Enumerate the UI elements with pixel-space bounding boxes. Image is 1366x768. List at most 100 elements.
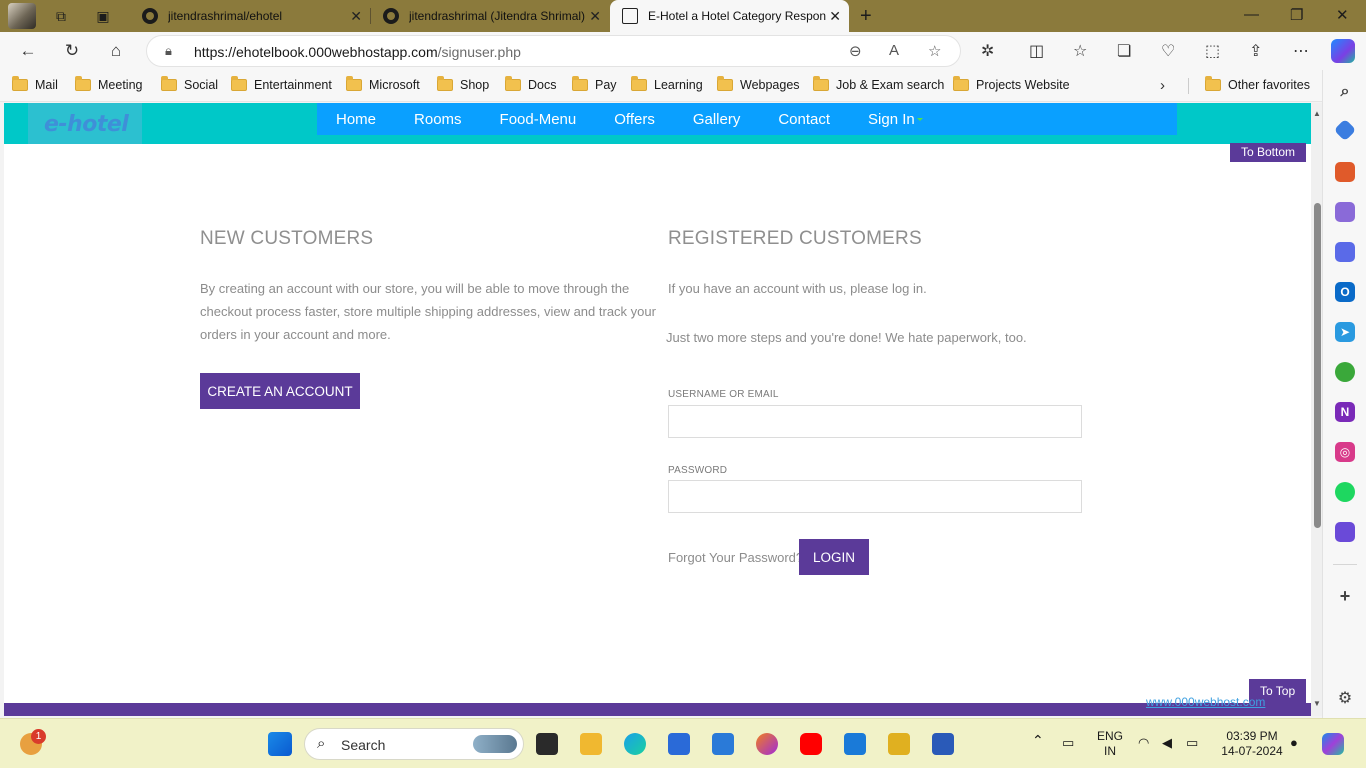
edge-icon[interactable] [624, 733, 646, 755]
firefox-icon[interactable] [756, 733, 778, 755]
split-screen-icon[interactable]: ◫ [1029, 41, 1044, 61]
instagram-icon[interactable]: ◎ [1335, 442, 1355, 462]
language-indicator[interactable]: ENG IN [1094, 729, 1126, 759]
minimize-icon[interactable]: — [1244, 6, 1259, 23]
lock-icon[interactable]: 🔒︎ [165, 43, 172, 59]
favorite-folder[interactable]: Microsoft [346, 76, 420, 92]
password-field[interactable] [668, 480, 1082, 513]
webhost-link[interactable]: www.000webhost.com [1146, 695, 1265, 709]
battery-icon[interactable]: ▭ [1186, 735, 1198, 750]
scroll-down-icon[interactable]: ▼ [1313, 699, 1321, 708]
spotify-icon[interactable] [1335, 482, 1355, 502]
vscode-icon[interactable] [844, 733, 866, 755]
word-icon[interactable] [932, 733, 954, 755]
copilot-taskbar-icon[interactable] [1322, 733, 1344, 755]
clock[interactable]: 03:39 PM 14-07-2024 [1214, 729, 1290, 759]
favorite-folder[interactable]: Entertainment [231, 76, 332, 92]
url-text[interactable]: https://ehotelbook.000webhostapp.com/sig… [194, 44, 521, 60]
create-account-button[interactable]: CREATE AN ACCOUNT [200, 373, 360, 409]
file-explorer-icon[interactable] [580, 733, 602, 755]
favorite-folder[interactable]: Meeting [75, 76, 142, 92]
youtube-icon[interactable] [800, 733, 822, 755]
profile-avatar[interactable] [8, 3, 36, 29]
forgot-password-link[interactable]: Forgot Your Password? [668, 546, 803, 569]
copilot-icon[interactable] [1331, 39, 1355, 63]
store-icon[interactable] [668, 733, 690, 755]
nav-sign-in[interactable]: Sign In [868, 111, 923, 128]
extensions-icon[interactable]: ✲ [981, 41, 994, 61]
favorite-folder[interactable]: Webpages [717, 76, 800, 92]
page-scrollbar[interactable]: ▲ ▼ [1311, 103, 1322, 716]
clipchamp-icon[interactable] [1335, 522, 1355, 542]
logo-container[interactable]: e-hotel [28, 103, 142, 144]
nav-food-menu[interactable]: Food-Menu [500, 111, 577, 128]
back-icon[interactable]: ← [17, 40, 39, 62]
keyboard-icon[interactable]: ▭ [1062, 735, 1074, 750]
favorite-folder[interactable]: Job & Exam search [813, 76, 944, 92]
wifi-icon[interactable]: ◠ [1138, 735, 1149, 750]
nav-home[interactable]: Home [336, 111, 376, 128]
favorite-folder[interactable]: Docs [505, 76, 556, 92]
tab-ehotel[interactable]: E-Hotel a Hotel Category Respon ✕ [610, 0, 849, 32]
workspaces-icon[interactable]: ⧉ [52, 7, 70, 25]
taskbar-search[interactable]: ⌕ Search [304, 728, 524, 760]
tray-chevron-icon[interactable]: ⌃ [1032, 733, 1044, 748]
search-icon[interactable]: ⌕ [1335, 82, 1355, 102]
close-icon[interactable]: ✕ [589, 8, 601, 25]
close-icon[interactable]: ✕ [350, 8, 362, 25]
screenshot-icon[interactable]: ⬚ [1205, 41, 1220, 61]
shopping-tag-icon[interactable] [1333, 118, 1357, 142]
power-bi-icon[interactable] [888, 733, 910, 755]
favorite-folder[interactable]: Shop [437, 76, 489, 92]
site-logo[interactable]: e-hotel [44, 112, 129, 137]
tab-actions-icon[interactable]: ▣ [94, 7, 112, 25]
read-aloud-icon[interactable]: A [889, 42, 899, 59]
username-field[interactable] [668, 405, 1082, 438]
share-icon[interactable]: ⇪ [1249, 41, 1262, 61]
favorites-icon[interactable]: ☆ [1073, 41, 1087, 61]
refresh-icon[interactable]: ↻ [61, 40, 83, 62]
performance-icon[interactable]: ♡ [1161, 41, 1175, 61]
nav-rooms[interactable]: Rooms [414, 111, 462, 128]
favorite-folder[interactable]: Learning [631, 76, 703, 92]
tools-icon[interactable] [1335, 162, 1355, 182]
zoom-icon[interactable]: ⊖ [849, 42, 862, 60]
nav-contact[interactable]: Contact [778, 111, 830, 128]
login-button[interactable]: LOGIN [799, 539, 869, 575]
task-view-icon[interactable] [536, 733, 558, 755]
scroll-up-icon[interactable]: ▲ [1313, 109, 1321, 118]
settings-gear-icon[interactable]: ⚙ [1335, 688, 1355, 708]
tree-icon[interactable] [1335, 362, 1355, 382]
favorite-folder[interactable]: Social [161, 76, 218, 92]
tab-github-profile[interactable]: jitendrashrimal (Jitendra Shrimal) ✕ [371, 0, 609, 32]
windows-start-icon[interactable] [268, 732, 292, 756]
nav-gallery[interactable]: Gallery [693, 111, 741, 128]
favorite-folder[interactable]: Mail [12, 76, 58, 92]
favorite-star-icon[interactable]: ☆ [928, 42, 941, 60]
address-bar[interactable]: 🔒︎ https://ehotelbook.000webhostapp.com/… [146, 35, 961, 67]
chevron-right-icon[interactable]: › [1160, 77, 1165, 94]
restore-icon[interactable]: ❐ [1290, 6, 1303, 24]
microsoft-365-icon[interactable] [1335, 242, 1355, 262]
more-icon[interactable]: ⋯ [1293, 41, 1309, 61]
window-close-icon[interactable]: ✕ [1336, 6, 1349, 24]
other-favorites[interactable]: Other favorites [1205, 76, 1310, 92]
close-icon[interactable]: ✕ [829, 8, 841, 25]
mail-icon[interactable] [712, 733, 734, 755]
favorite-folder[interactable]: Pay [572, 76, 617, 92]
collections-icon[interactable]: ❏ [1117, 41, 1131, 61]
tab-github-repo[interactable]: jitendrashrimal/ehotel ✕ [130, 0, 370, 32]
volume-icon[interactable]: ◀ [1162, 735, 1172, 750]
scroll-thumb[interactable] [1314, 203, 1321, 528]
home-icon[interactable]: ⌂ [105, 40, 127, 62]
onenote-icon[interactable]: N [1335, 402, 1355, 422]
notification-bell-icon[interactable]: ● [1290, 735, 1298, 750]
nav-offers[interactable]: Offers [614, 111, 655, 128]
new-tab-icon[interactable]: + [860, 6, 872, 26]
games-icon[interactable] [1335, 202, 1355, 222]
favorite-folder[interactable]: Projects Website [953, 76, 1070, 92]
to-bottom-button[interactable]: To Bottom [1230, 143, 1307, 162]
add-icon[interactable]: + [1335, 586, 1355, 606]
telegram-icon[interactable]: ➤ [1335, 322, 1355, 342]
outlook-icon[interactable]: O [1335, 282, 1355, 302]
